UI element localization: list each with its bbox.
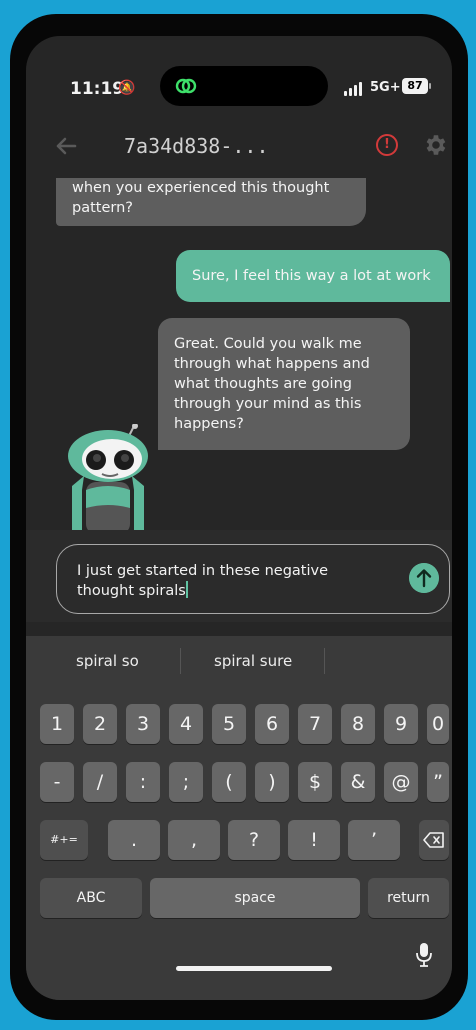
composer: I just get started in these negative tho… bbox=[26, 530, 452, 622]
message-list[interactable]: when you experienced this thought patter… bbox=[26, 178, 452, 530]
key-slash[interactable]: / bbox=[83, 762, 117, 802]
key-comma[interactable]: , bbox=[168, 820, 220, 860]
page-title: 7a34d838-... bbox=[124, 134, 269, 158]
message-input[interactable]: I just get started in these negative tho… bbox=[56, 544, 450, 614]
screen: 11:19 🔕 5G+ 87 7a34d838-... ! when you e… bbox=[26, 36, 452, 1000]
key-2[interactable]: 2 bbox=[83, 704, 117, 744]
space-key[interactable]: space bbox=[150, 878, 360, 918]
battery-icon: 87 bbox=[402, 78, 431, 94]
chat-header: 7a34d838-... ! bbox=[26, 122, 452, 178]
key-open-paren[interactable]: ( bbox=[212, 762, 246, 802]
key-3[interactable]: 3 bbox=[126, 704, 160, 744]
return-key[interactable]: return bbox=[368, 878, 449, 918]
abc-key[interactable]: ABC bbox=[40, 878, 142, 918]
text-caret bbox=[185, 581, 188, 598]
key-quote[interactable]: ” bbox=[427, 762, 449, 802]
key-7[interactable]: 7 bbox=[298, 704, 332, 744]
key-dollar[interactable]: $ bbox=[298, 762, 332, 802]
key-colon[interactable]: : bbox=[126, 762, 160, 802]
suggestion-item[interactable]: spiral sure bbox=[214, 652, 292, 670]
key-period[interactable]: . bbox=[108, 820, 160, 860]
bot-message: Great. Could you walk me through what ha… bbox=[158, 318, 410, 450]
backspace-key[interactable] bbox=[419, 820, 449, 860]
key-9[interactable]: 9 bbox=[384, 704, 418, 744]
suggestion-bar: spiral so spiral sure bbox=[26, 636, 452, 686]
signal-icon bbox=[344, 82, 362, 96]
backspace-icon bbox=[423, 832, 444, 848]
key-question[interactable]: ? bbox=[228, 820, 280, 860]
network-type: 5G+ bbox=[370, 80, 401, 95]
key-semicolon[interactable]: ; bbox=[169, 762, 203, 802]
gear-icon[interactable] bbox=[422, 132, 448, 158]
app-link-icon bbox=[175, 78, 197, 94]
key-6[interactable]: 6 bbox=[255, 704, 289, 744]
status-time: 11:19 bbox=[70, 79, 125, 99]
silent-bell-icon: 🔕 bbox=[118, 80, 136, 96]
key-exclamation[interactable]: ! bbox=[288, 820, 340, 860]
send-arrow-icon[interactable] bbox=[409, 563, 439, 593]
dynamic-island bbox=[160, 66, 328, 106]
key-dash[interactable]: - bbox=[40, 762, 74, 802]
key-4[interactable]: 4 bbox=[169, 704, 203, 744]
suggestion-divider bbox=[324, 648, 325, 674]
keyboard: spiral so spiral sure 1 2 3 4 5 6 7 8 9 … bbox=[26, 636, 452, 1000]
microphone-icon[interactable] bbox=[416, 942, 432, 968]
phone-frame: 11:19 🔕 5G+ 87 7a34d838-... ! when you e… bbox=[10, 14, 468, 1020]
home-indicator[interactable] bbox=[176, 966, 332, 971]
symbols-toggle-key[interactable]: #+= bbox=[40, 820, 88, 860]
key-apostrophe[interactable]: ’ bbox=[348, 820, 400, 860]
key-1[interactable]: 1 bbox=[40, 704, 74, 744]
robot-avatar bbox=[68, 424, 148, 530]
user-message: Sure, I feel this way a lot at work bbox=[176, 250, 450, 302]
key-ampersand[interactable]: & bbox=[341, 762, 375, 802]
key-8[interactable]: 8 bbox=[341, 704, 375, 744]
key-0[interactable]: 0 bbox=[427, 704, 449, 744]
suggestion-divider bbox=[180, 648, 181, 674]
alert-icon[interactable]: ! bbox=[376, 134, 398, 156]
key-at[interactable]: @ bbox=[384, 762, 418, 802]
key-5[interactable]: 5 bbox=[212, 704, 246, 744]
message-input-text[interactable]: I just get started in these negative tho… bbox=[77, 561, 387, 601]
suggestion-item[interactable]: spiral so bbox=[76, 652, 139, 670]
bot-message: when you experienced this thought patter… bbox=[56, 178, 366, 226]
key-close-paren[interactable]: ) bbox=[255, 762, 289, 802]
back-arrow-icon[interactable] bbox=[54, 134, 78, 158]
